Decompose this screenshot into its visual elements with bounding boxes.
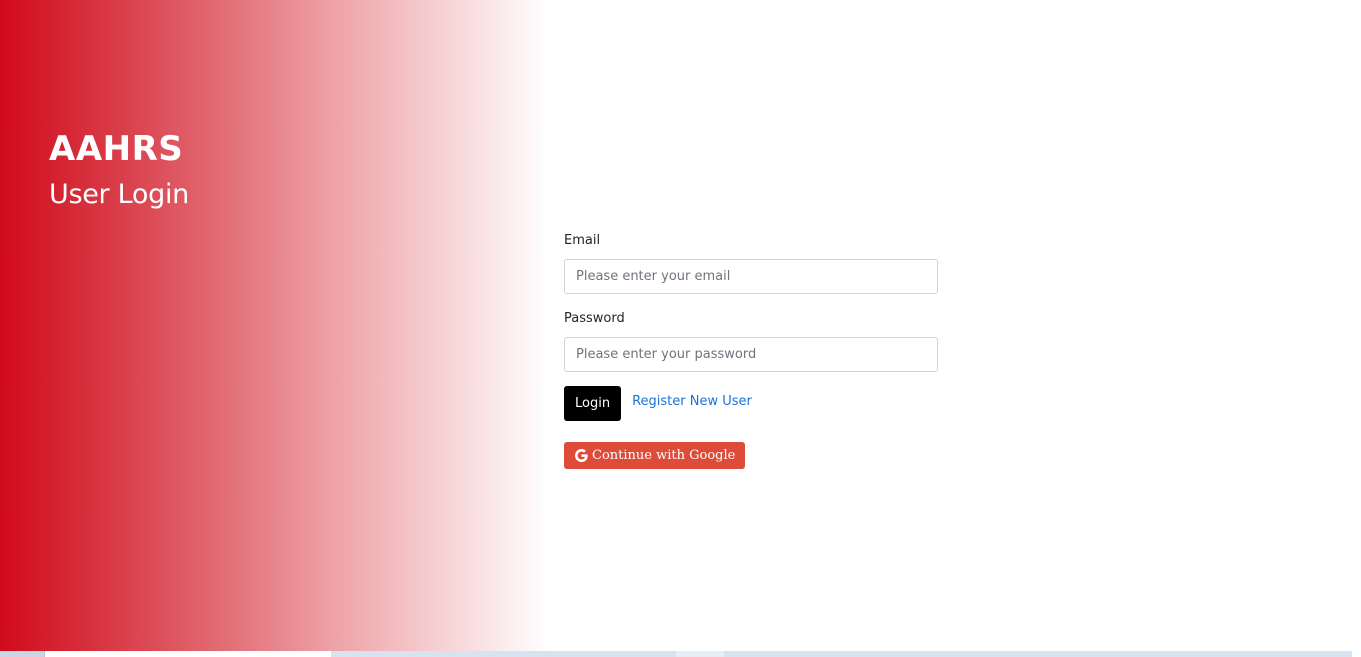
form-actions: Login Register New User — [564, 386, 938, 421]
google-login-label: Continue with Google — [592, 448, 736, 463]
google-login-button[interactable]: Continue with Google — [564, 442, 746, 469]
taskbar-segment — [676, 651, 724, 657]
page-subtitle: User Login — [49, 179, 189, 210]
email-field[interactable] — [564, 259, 938, 294]
hero-gradient-panel: AAHRS User Login — [0, 0, 560, 651]
login-page: AAHRS User Login Email Password Login Re… — [0, 0, 1361, 657]
taskbar-segment — [0, 651, 44, 657]
taskbar-segment — [44, 651, 331, 657]
brand-title: AAHRS — [49, 129, 184, 169]
password-field[interactable] — [564, 337, 938, 372]
login-form: Email Password Login Register New User C… — [564, 232, 938, 469]
password-label: Password — [564, 311, 625, 326]
register-link[interactable]: Register New User — [632, 394, 752, 409]
google-icon — [575, 449, 588, 462]
login-button[interactable]: Login — [564, 386, 622, 421]
taskbar-segment — [1352, 651, 1361, 657]
email-label: Email — [564, 233, 601, 248]
